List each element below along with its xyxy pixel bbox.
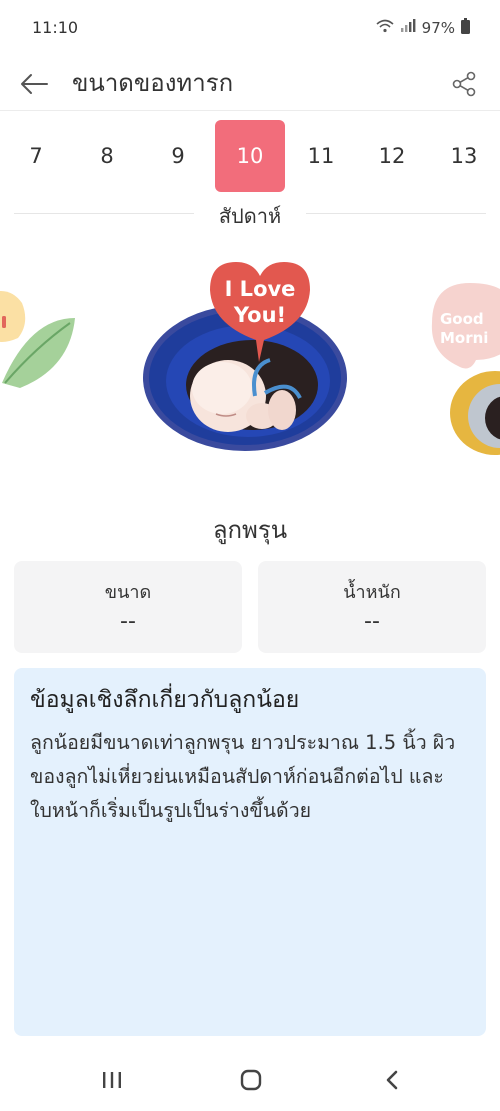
insight-body: ลูกน้อยมีขนาดเท่าลูกพรุน ยาวประมาณ 1.5 น… xyxy=(30,731,456,822)
share-icon xyxy=(452,71,476,97)
week-label: สัปดาห์ xyxy=(218,204,282,228)
illustration-carousel[interactable]: I Love You! Good Morni xyxy=(0,248,500,488)
weight-value: -- xyxy=(364,609,380,634)
size-value: -- xyxy=(120,609,136,634)
previous-illustration[interactable] xyxy=(0,291,75,388)
weight-label: น้ำหนัก xyxy=(343,582,401,603)
battery-icon xyxy=(461,18,470,38)
size-card: ขนาด -- xyxy=(14,561,242,653)
insight-title: ข้อมูลเชิงลึกเกี่ยวกับลูกน้อย xyxy=(30,687,300,713)
share-button[interactable] xyxy=(444,64,484,104)
carousel-svg: I Love You! Good Morni xyxy=(0,262,500,455)
bubble-text-line2: You! xyxy=(233,303,286,327)
divider xyxy=(306,213,486,214)
system-nav-bar xyxy=(0,1050,500,1111)
bubble-text-line1: I Love xyxy=(225,277,296,301)
back-button[interactable] xyxy=(14,64,54,104)
signal-icon xyxy=(400,19,416,37)
wifi-icon xyxy=(376,19,394,37)
status-time: 11:10 xyxy=(32,18,79,37)
home-button[interactable] xyxy=(221,1058,281,1102)
weight-card: น้ำหนัก -- xyxy=(258,561,486,653)
size-label: ขนาด xyxy=(104,582,152,603)
recent-apps-icon xyxy=(103,1072,121,1088)
week-item-selected[interactable]: 10 xyxy=(215,120,285,192)
week-item[interactable]: 11 xyxy=(285,120,357,192)
back-nav-button[interactable] xyxy=(362,1058,422,1102)
next-bubble-text-line2: Morni xyxy=(440,329,488,347)
page-title: ขนาดของทารก xyxy=(72,69,234,97)
recent-apps-button[interactable] xyxy=(82,1058,142,1102)
fruit-name: ลูกพรุน xyxy=(212,516,288,544)
next-illustration[interactable] xyxy=(431,283,500,455)
insight-card: ข้อมูลเชิงลึกเกี่ยวกับลูกน้อย ลูกน้อยมีข… xyxy=(14,668,486,1036)
week-selector: 7 8 9 10 11 12 13 xyxy=(0,120,500,192)
week-item[interactable]: 8 xyxy=(71,120,143,192)
app-bar: ขนาดของทารก xyxy=(0,56,500,111)
arrow-left-icon xyxy=(21,74,48,94)
next-bubble-text-line1: Good xyxy=(440,310,484,328)
chevron-left-icon xyxy=(386,1070,398,1090)
week-item[interactable]: 9 xyxy=(142,120,214,192)
week-item[interactable]: 13 xyxy=(428,120,500,192)
home-icon xyxy=(240,1069,262,1091)
status-bar: 11:10 97% xyxy=(0,0,500,56)
week-item[interactable]: 12 xyxy=(356,120,428,192)
week-item[interactable]: 7 xyxy=(0,120,72,192)
week-label-row: สัปดาห์ xyxy=(0,196,500,232)
battery-percent: 97% xyxy=(421,19,455,37)
status-icons: 97% xyxy=(376,18,470,38)
